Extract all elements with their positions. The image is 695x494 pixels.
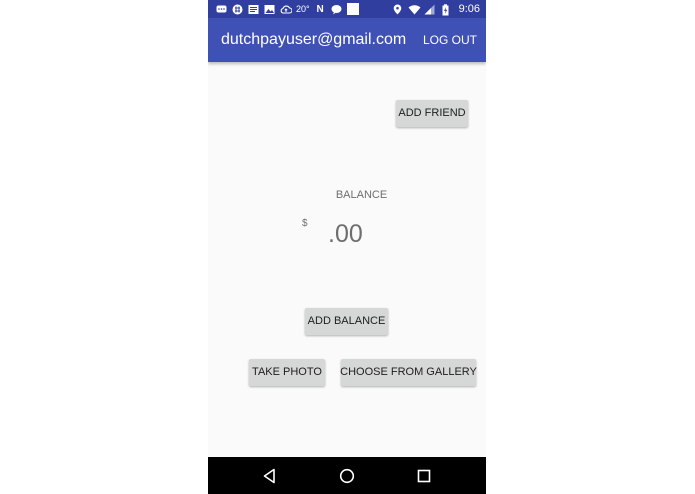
status-bar: 20° N 9:06 — [208, 0, 486, 18]
image-icon — [264, 4, 275, 15]
location-icon — [392, 4, 403, 15]
add-friend-button[interactable]: ADD FRIEND — [396, 100, 468, 127]
blank-square-icon — [346, 3, 359, 15]
recents-icon[interactable] — [415, 467, 433, 485]
app-bar: dutchpayuser@gmail.com LOG OUT — [208, 18, 486, 62]
news-icon — [248, 4, 259, 15]
system-icons: 9:06 — [392, 2, 480, 16]
back-icon[interactable] — [261, 467, 279, 485]
balance-value: .00 — [328, 220, 363, 248]
wifi-icon — [408, 4, 421, 15]
navigation-bar — [208, 457, 486, 494]
home-icon[interactable] — [338, 467, 356, 485]
logout-button[interactable]: LOG OUT — [423, 33, 477, 47]
clock-text: 9:06 — [458, 3, 480, 15]
chat-bubble-icon — [331, 4, 342, 15]
currency-symbol: $ — [302, 218, 308, 229]
page-title: dutchpayuser@gmail.com — [221, 31, 407, 48]
slack-icon — [232, 4, 243, 15]
add-balance-button[interactable]: ADD BALANCE — [305, 308, 388, 335]
n-icon: N — [316, 3, 324, 15]
balance-label: BALANCE — [335, 189, 388, 201]
phone-screen: 20° N 9:06 dutchpayuser@gmail.com LOG OU… — [208, 0, 486, 494]
take-photo-button[interactable]: TAKE PHOTO — [249, 359, 325, 386]
temperature-text: 20° — [296, 4, 310, 14]
notification-icons: 20° N — [216, 2, 359, 16]
chat-icon — [216, 4, 227, 15]
signal-icon — [424, 4, 435, 15]
cloud-upload-icon — [280, 4, 293, 15]
battery-charging-icon — [440, 3, 451, 15]
choose-from-gallery-button[interactable]: CHOOSE FROM GALLERY — [340, 359, 477, 386]
